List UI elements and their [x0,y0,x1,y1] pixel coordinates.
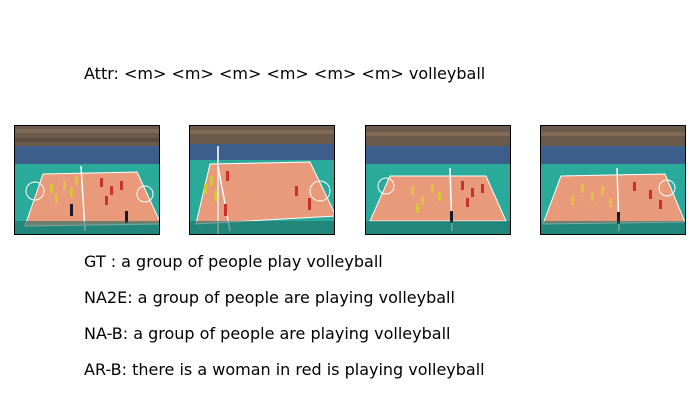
na-b-caption: NA-B: a group of people are playing voll… [84,324,451,343]
volleyball-scene-3 [366,126,510,234]
ar-b-caption: AR-B: there is a woman in red is playing… [84,360,485,379]
video-frame-4 [540,125,686,235]
attribute-caption: Attr: <m> <m> <m> <m> <m> <m> volleyball [84,64,486,83]
video-frame-3 [365,125,511,235]
volleyball-scene-4 [541,126,685,234]
ground-truth-caption: GT : a group of people play volleyball [84,252,383,271]
video-frame-2 [189,125,335,235]
na2e-caption: NA2E: a group of people are playing voll… [84,288,455,307]
video-frame-1 [14,125,160,235]
volleyball-scene-2 [190,126,334,234]
volleyball-scene-1 [15,126,159,234]
